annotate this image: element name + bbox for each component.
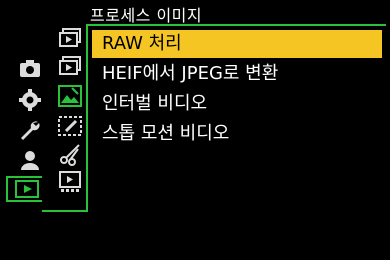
panel-border-top xyxy=(86,24,386,26)
playback-other-icon[interactable] xyxy=(58,170,82,194)
menu-item-stop-motion-video[interactable]: 스톱 모션 비디오 xyxy=(92,120,382,148)
menu-item-heif-to-jpeg[interactable]: HEIF에서 JPEG로 변환 xyxy=(92,60,382,88)
wrench-icon[interactable] xyxy=(18,118,42,142)
edit-icon[interactable] xyxy=(58,114,82,138)
camera-icon[interactable] xyxy=(18,56,42,80)
category-column xyxy=(0,0,52,260)
playback-icon[interactable] xyxy=(14,178,40,200)
menu-list: RAW 처리 HEIF에서 JPEG로 변환 인터벌 비디오 스톱 모션 비디오 xyxy=(92,30,382,150)
menu-item-raw-processing[interactable]: RAW 처리 xyxy=(92,30,382,58)
panel-border-left xyxy=(86,24,88,210)
menu-item-interval-video[interactable]: 인터벌 비디오 xyxy=(92,90,382,118)
page-title: 프로세스 이미지 xyxy=(90,6,203,25)
menu-screen: 프로세스 이미지 RAW 처리 HEIF에서 JPEG로 변환 인터벌 비디오 … xyxy=(0,0,390,260)
person-icon[interactable] xyxy=(18,148,42,172)
playback-mode-1-icon[interactable] xyxy=(58,26,82,50)
sub-tab-column xyxy=(52,0,86,260)
gear-icon[interactable] xyxy=(18,88,42,112)
process-image-icon[interactable] xyxy=(58,84,82,108)
playback-mode-2-icon[interactable] xyxy=(58,54,82,78)
scissors-icon[interactable] xyxy=(58,142,82,166)
